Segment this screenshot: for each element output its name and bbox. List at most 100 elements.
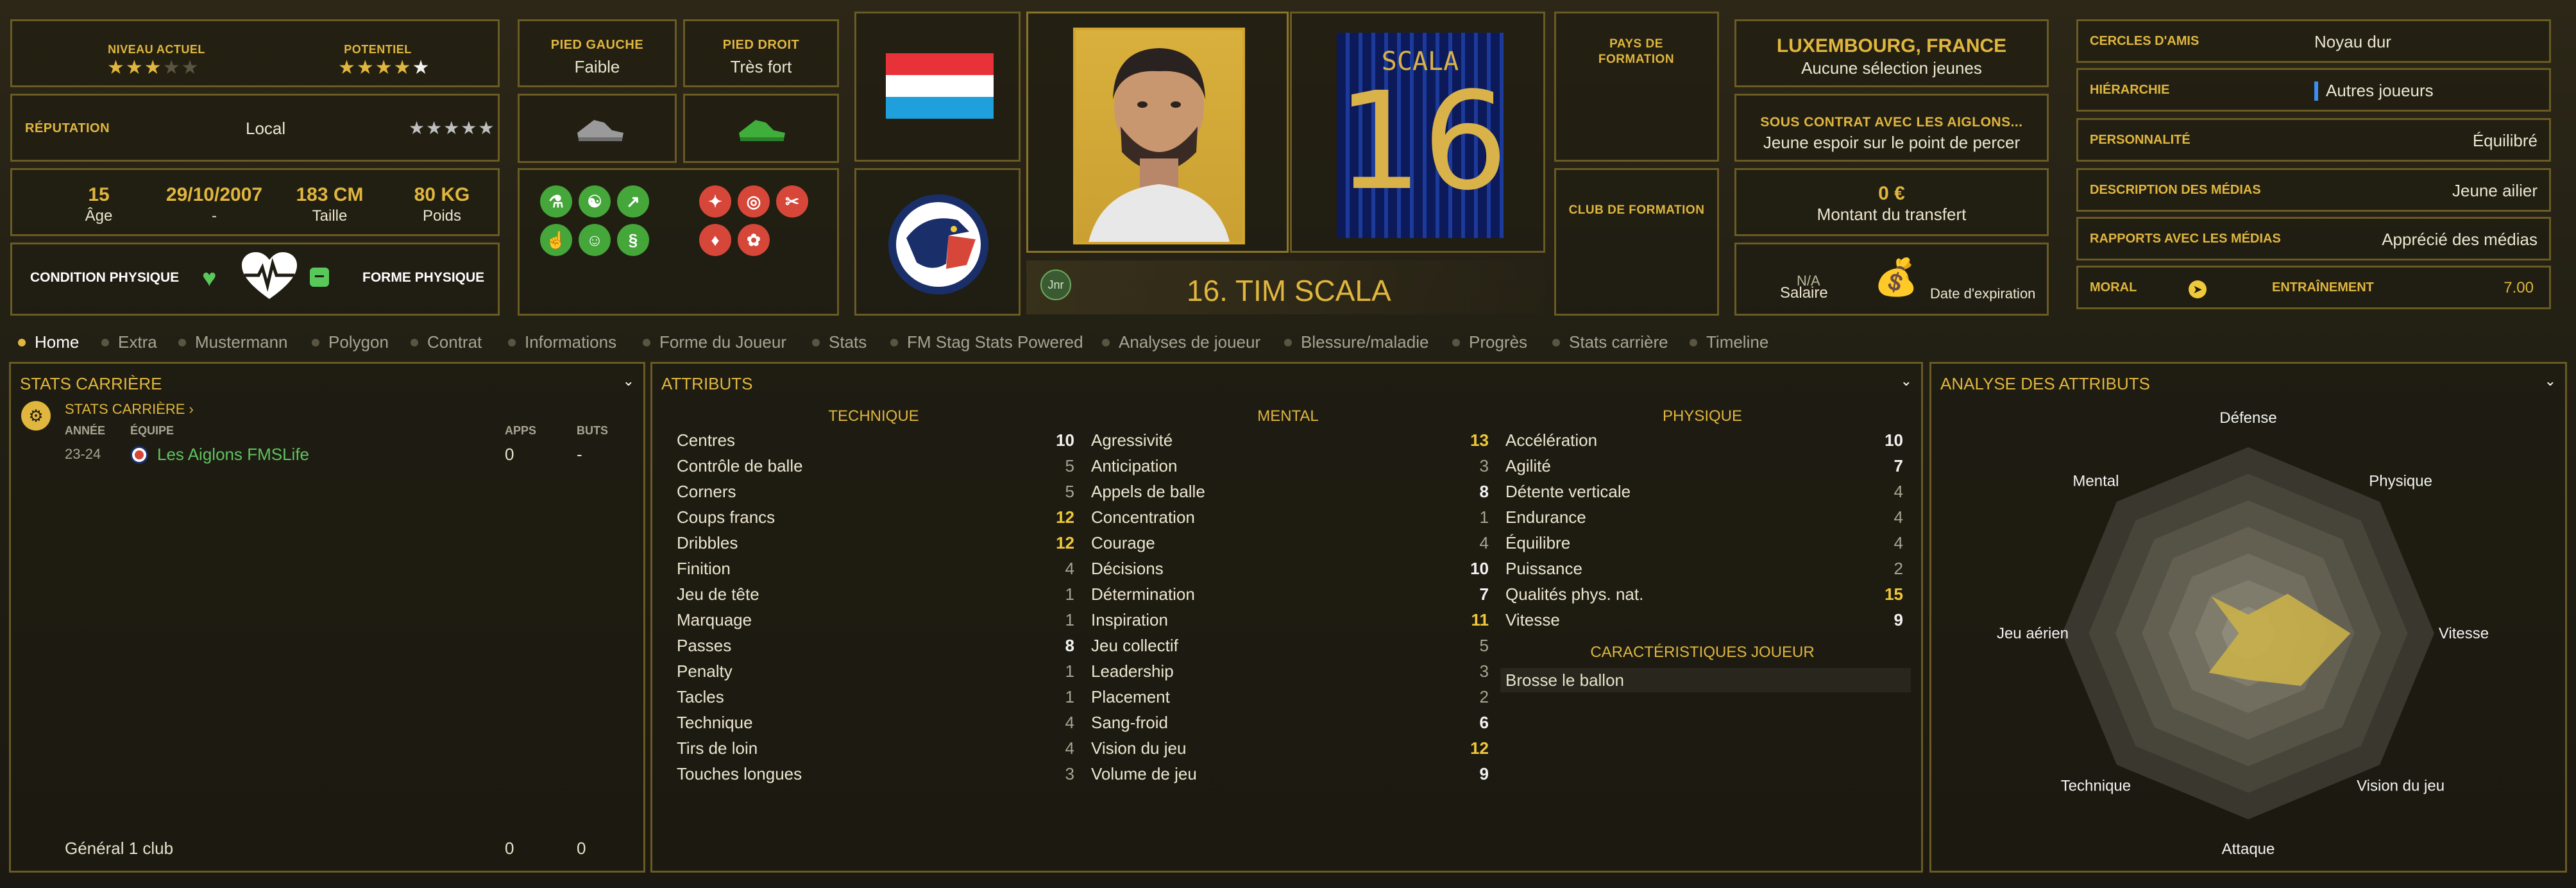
attribute-row[interactable]: Technique 4 <box>677 713 1074 739</box>
attribute-row[interactable]: Inspiration 11 <box>1091 610 1489 636</box>
green-trait-icon-6[interactable]: § <box>617 224 649 256</box>
red-trait-icon-2[interactable]: ◎ <box>738 185 770 218</box>
tab-fm-stag[interactable]: FM Stag Stats Powered <box>890 332 1083 352</box>
club-badge-icon[interactable] <box>887 193 990 296</box>
contract-sub: Jeune espoir sur le point de percer <box>1763 133 2021 152</box>
training-club-panel: CLUB DE FORMATION <box>1554 168 1719 316</box>
tab-contrat[interactable]: Contrat <box>411 332 482 352</box>
attribute-row[interactable]: Jeu collectif 5 <box>1091 636 1489 662</box>
nationality-title: LUXEMBOURG, FRANCE <box>1776 35 2007 56</box>
red-trait-icon-3[interactable]: ✂ <box>776 185 808 218</box>
attribute-row[interactable]: Sang-froid 6 <box>1091 713 1489 739</box>
green-trait-icon-1[interactable]: ⚗ <box>540 185 572 218</box>
attribute-value: 12 <box>1470 739 1489 758</box>
green-trait-icon-3[interactable]: ↗ <box>617 185 649 218</box>
attribute-row[interactable]: Finition 4 <box>677 559 1074 585</box>
shirt-number: 16 <box>1337 63 1509 220</box>
attribute-row[interactable]: Jeu de tête 1 <box>677 585 1074 610</box>
attribute-row[interactable]: Placement 2 <box>1091 687 1489 713</box>
attribute-row[interactable]: Endurance 4 <box>1505 508 1903 533</box>
attribute-row[interactable]: Détente verticale 4 <box>1505 482 1903 508</box>
contract-title: SOUS CONTRAT AVEC LES AIGLONS... <box>1760 115 2023 130</box>
attribute-name: Passes <box>677 636 732 655</box>
tab-analyses[interactable]: Analyses de joueur <box>1102 332 1260 352</box>
red-trait-icon-5[interactable]: ✿ <box>738 224 770 256</box>
tab-home[interactable]: Home <box>18 332 79 352</box>
attribute-value: 1 <box>1065 687 1074 706</box>
attribute-row[interactable]: Détermination 7 <box>1091 585 1489 610</box>
col-team: ÉQUIPE <box>130 424 174 437</box>
shirt-image: SCALA 16 <box>1337 33 1509 238</box>
attribute-row[interactable]: Vision du jeu 12 <box>1091 739 1489 764</box>
attribute-row[interactable]: Tacles 1 <box>677 687 1074 713</box>
red-trait-icon-1[interactable]: ✦ <box>699 185 731 218</box>
tab-progres[interactable]: Progrès <box>1452 332 1527 352</box>
attributes-collapse-icon[interactable]: ⌄ <box>1901 373 1912 389</box>
career-sub-link[interactable]: STATS CARRIÈRE › <box>65 401 194 418</box>
attribute-value: 1 <box>1065 610 1074 629</box>
attribute-row[interactable]: Puissance 2 <box>1505 559 1903 585</box>
tab-stats-carriere[interactable]: Stats carrière <box>1552 332 1668 352</box>
tab-forme[interactable]: Forme du Joueur <box>643 332 786 352</box>
tab-label: Blessure/maladie <box>1301 332 1429 352</box>
attribute-row[interactable]: Marquage 1 <box>677 610 1074 636</box>
red-trait-icon-4[interactable]: ♦ <box>699 224 731 256</box>
attribute-row[interactable]: Appels de balle 8 <box>1091 482 1489 508</box>
attribute-row[interactable]: Corners 5 <box>677 482 1074 508</box>
hierarchy-value: Autres joueurs <box>2326 81 2434 100</box>
attribute-row[interactable]: Décisions 10 <box>1091 559 1489 585</box>
attribute-row[interactable]: Leadership 3 <box>1091 662 1489 687</box>
attribute-row[interactable]: Concentration 1 <box>1091 508 1489 533</box>
attribute-value: 9 <box>1894 610 1903 629</box>
attribute-row[interactable]: Dribbles 12 <box>677 533 1074 559</box>
attribute-value: 10 <box>1470 559 1489 578</box>
tab-label: Progrès <box>1469 332 1528 352</box>
career-collapse-icon[interactable]: ⌄ <box>623 373 634 389</box>
green-trait-icon-4[interactable]: ☝ <box>540 224 572 256</box>
media-relations-label: RAPPORTS AVEC LES MÉDIAS <box>2090 232 2281 246</box>
attribute-row[interactable]: Vitesse 9 <box>1505 610 1903 636</box>
attribute-row[interactable]: Penalty 1 <box>677 662 1074 687</box>
attribute-row[interactable]: Accélération 10 <box>1505 431 1903 456</box>
attribute-name: Contrôle de balle <box>677 456 803 475</box>
table-row[interactable]: 23-24 Les Aiglons FMSLife 0 - <box>65 443 629 466</box>
tab-stats[interactable]: Stats <box>812 332 867 352</box>
green-trait-icon-2[interactable]: ☯ <box>579 185 611 218</box>
radar-axis-label: Attaque <box>2222 841 2275 858</box>
tab-label: Forme du Joueur <box>659 332 786 352</box>
attribute-row[interactable]: Passes 8 <box>677 636 1074 662</box>
attribute-row[interactable]: Centres 10 <box>677 431 1074 456</box>
attribute-value: 7 <box>1479 585 1489 604</box>
attribute-row[interactable]: Qualités phys. nat. 15 <box>1505 585 1903 610</box>
attribute-value: 8 <box>1479 482 1489 501</box>
tab-polygon[interactable]: Polygon <box>312 332 389 352</box>
attribute-value: 8 <box>1065 636 1074 655</box>
row-team[interactable]: Les Aiglons FMSLife <box>157 445 309 465</box>
attribute-row[interactable]: Touches longues 3 <box>677 764 1074 790</box>
attribute-row[interactable]: Tirs de loin 4 <box>677 739 1074 764</box>
tab-blessure[interactable]: Blessure/maladie <box>1284 332 1428 352</box>
media-relations-value: Apprécié des médias <box>2382 230 2538 249</box>
attribute-row[interactable]: Agilité 7 <box>1505 456 1903 482</box>
attribute-name: Agilité <box>1505 456 1551 475</box>
tab-extra[interactable]: Extra <box>101 332 157 352</box>
attribute-row[interactable]: Courage 4 <box>1091 533 1489 559</box>
attribute-row[interactable]: Agressivité 13 <box>1091 431 1489 456</box>
attribute-row[interactable]: Coups francs 12 <box>677 508 1074 533</box>
attribute-name: Jeu collectif <box>1091 636 1178 655</box>
attribute-row[interactable]: Volume de jeu 9 <box>1091 764 1489 790</box>
potential-stars: ★★★★★ <box>338 57 431 78</box>
height-label: Taille <box>312 207 348 225</box>
left-foot-label: PIED GAUCHE <box>550 38 644 52</box>
attribute-row[interactable]: Contrôle de balle 5 <box>677 456 1074 482</box>
attribute-row[interactable]: Anticipation 3 <box>1091 456 1489 482</box>
tab-mustermann[interactable]: Mustermann <box>178 332 288 352</box>
attribute-name: Concentration <box>1091 508 1195 527</box>
right-row-1: HIÉRARCHIE Autres joueurs <box>2076 68 2551 112</box>
green-trait-icon-5[interactable]: ☺ <box>579 224 611 256</box>
tab-informations[interactable]: Informations <box>508 332 616 352</box>
career-title: STATS CARRIÈRE <box>20 374 162 393</box>
attribute-row[interactable]: Équilibre 4 <box>1505 533 1903 559</box>
attribute-name: Sang-froid <box>1091 713 1168 732</box>
tab-timeline[interactable]: Timeline <box>1690 332 1768 352</box>
